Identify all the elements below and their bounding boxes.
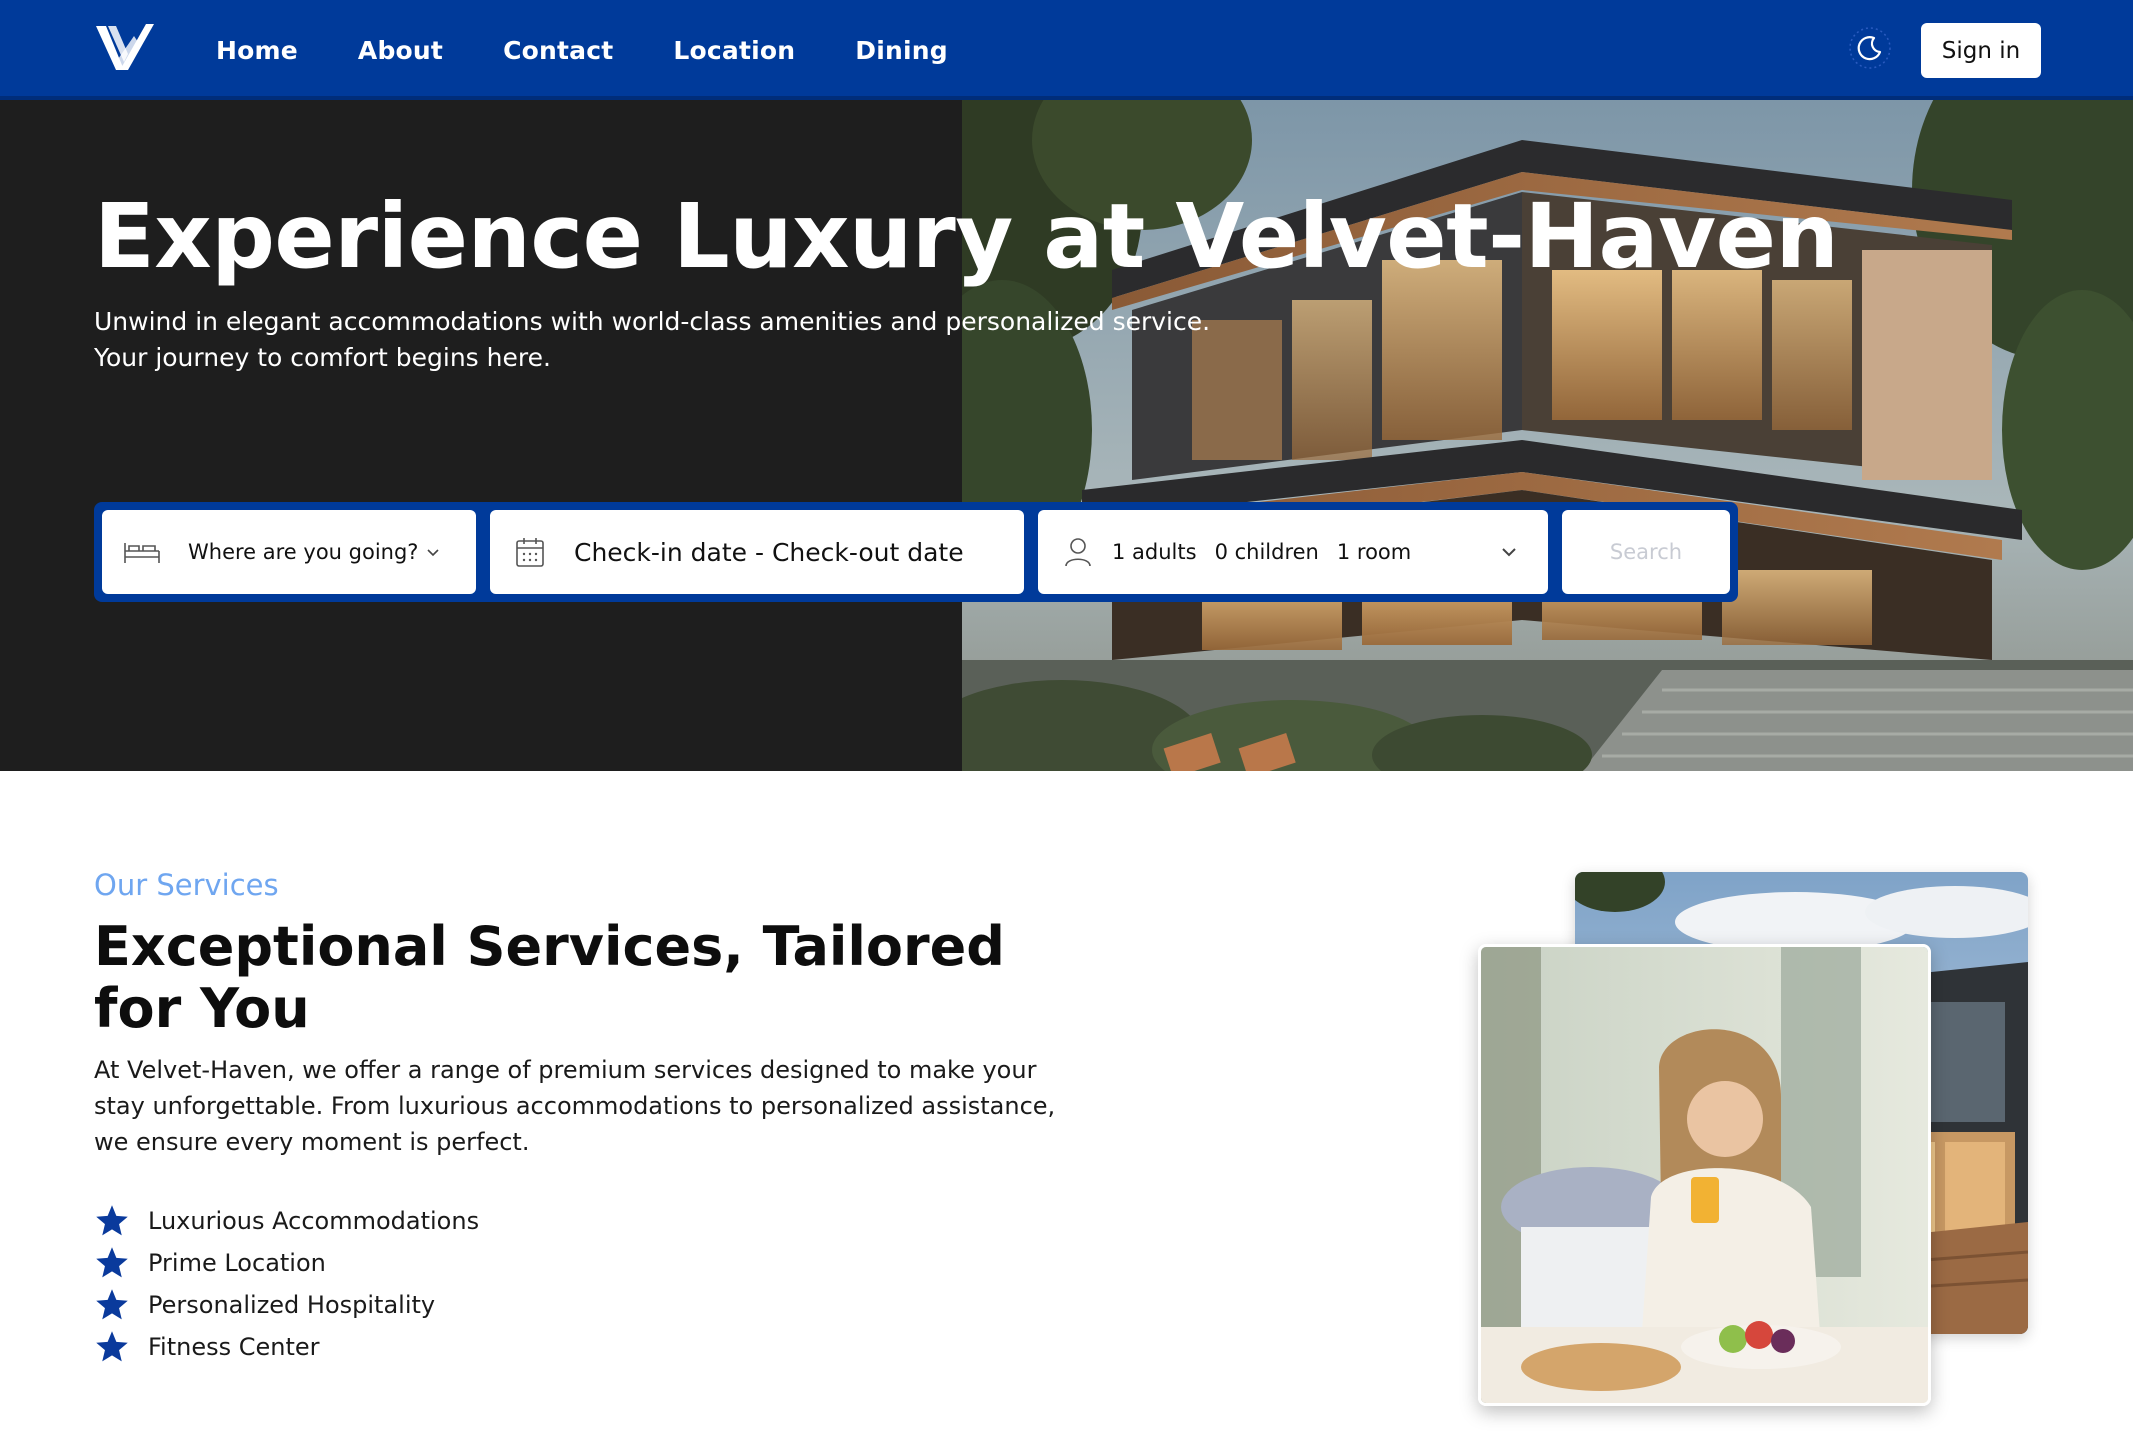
hero-title: Experience Luxury at Velvet-Haven: [94, 184, 1839, 288]
destination-dropdown[interactable]: Where are you going?: [102, 510, 476, 594]
chevron-down-icon: [1498, 541, 1520, 563]
services-title: Exceptional Services, Tailored for You: [94, 915, 1005, 1040]
user-icon: [1058, 532, 1098, 572]
date-range-picker[interactable]: Check-in date - Check-out date: [490, 510, 1024, 594]
search-button[interactable]: Search: [1562, 510, 1730, 594]
list-item: Fitness Center: [94, 1326, 479, 1368]
feature-label: Prime Location: [148, 1249, 326, 1277]
nav-link-home[interactable]: Home: [216, 36, 298, 65]
services-description: At Velvet-Haven, we offer a range of pre…: [94, 1056, 1056, 1156]
star-icon: [94, 1287, 130, 1323]
services-eyebrow: Our Services: [94, 868, 279, 902]
feature-label: Fitness Center: [148, 1333, 320, 1361]
bed-icon: [122, 532, 162, 572]
rooms-count: 1 room: [1336, 540, 1412, 564]
nav-link-location[interactable]: Location: [673, 36, 795, 65]
list-item: Prime Location: [94, 1242, 479, 1284]
theme-toggle-button[interactable]: [1848, 26, 1892, 74]
hero-subtitle: Unwind in elegant accommodations with wo…: [94, 307, 1211, 372]
breakfast-photo: [1478, 944, 1931, 1406]
nav-link-contact[interactable]: Contact: [503, 36, 613, 65]
date-range-placeholder: Check-in date - Check-out date: [574, 537, 964, 567]
navbar: Home About Contact Location Dining Sign …: [0, 0, 2133, 100]
star-icon: [94, 1245, 130, 1281]
star-icon: [94, 1203, 130, 1239]
calendar-icon: [510, 532, 550, 572]
moon-icon: [1848, 26, 1892, 74]
hero-section: Experience Luxury at Velvet-Haven Unwind…: [0, 100, 2133, 771]
search-button-label: Search: [1609, 540, 1683, 564]
sign-in-button[interactable]: Sign in: [1921, 23, 2041, 78]
adults-count: 1 adults: [1112, 540, 1197, 564]
guests-selector[interactable]: 1 adults 0 children 1 room: [1038, 510, 1548, 594]
feature-label: Luxurious Accommodations: [148, 1207, 480, 1235]
list-item: Personalized Hospitality: [94, 1284, 479, 1326]
chevron-down-icon: [424, 543, 442, 561]
features-list: Luxurious Accommodations Prime Location …: [94, 1200, 479, 1368]
logo-icon[interactable]: [94, 22, 156, 76]
feature-label: Personalized Hospitality: [148, 1291, 436, 1319]
nav-link-about[interactable]: About: [358, 36, 443, 65]
children-count: 0 children: [1214, 540, 1319, 564]
booking-search-bar: Where are you going? Check-in date - Che…: [94, 502, 1738, 602]
main-nav: Home About Contact Location Dining: [216, 0, 948, 100]
nav-link-dining[interactable]: Dining: [855, 36, 948, 65]
destination-placeholder: Where are you going?: [188, 540, 419, 564]
star-icon: [94, 1329, 130, 1365]
list-item: Luxurious Accommodations: [94, 1200, 479, 1242]
